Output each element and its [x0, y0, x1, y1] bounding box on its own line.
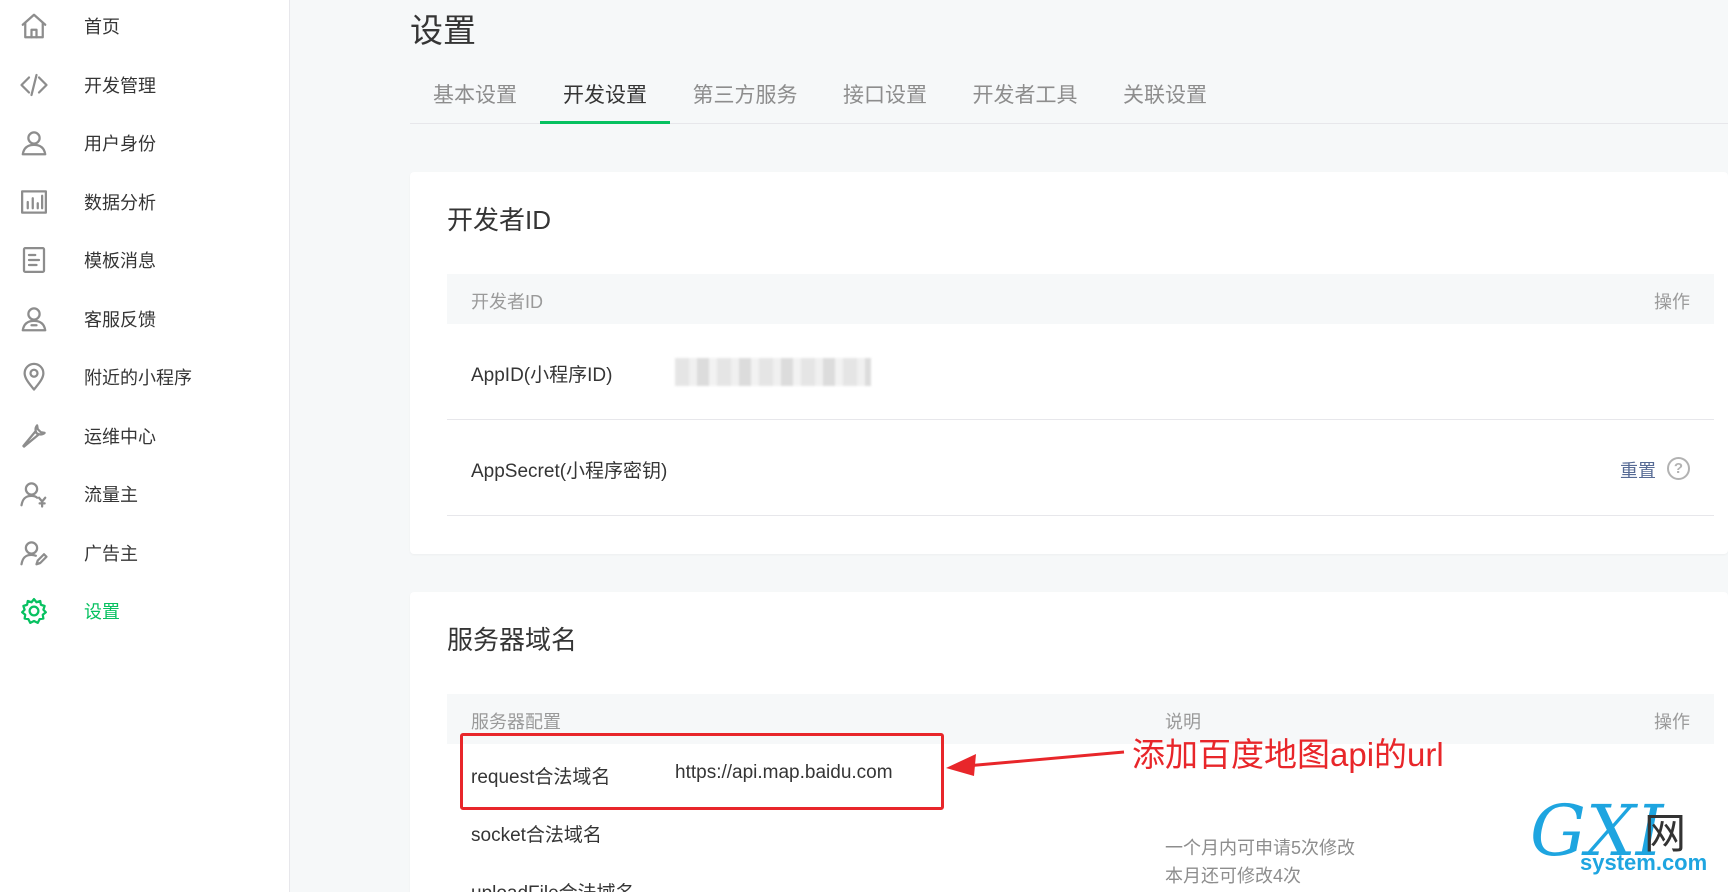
annotation-arrow — [946, 750, 1125, 776]
wrench-icon — [18, 420, 50, 452]
sidebar-item-label: 开发管理 — [84, 76, 156, 96]
sidebar-item-label: 广告主 — [84, 544, 138, 564]
tab-related-settings[interactable]: 关联设置 — [1100, 72, 1230, 124]
sidebar-item-dev-management[interactable]: 开发管理 — [0, 53, 290, 117]
gear-icon — [18, 595, 50, 627]
sidebar-item-label: 流量主 — [84, 485, 138, 505]
tab-api-settings[interactable]: 接口设置 — [820, 72, 950, 124]
code-icon — [18, 69, 50, 101]
home-icon — [18, 10, 50, 42]
sidebar-item-label: 用户身份 — [84, 134, 156, 154]
sidebar-item-user-identity[interactable]: 用户身份 — [0, 111, 290, 175]
sidebar-item-advertiser[interactable]: 广告主 — [0, 521, 290, 585]
user-icon — [18, 127, 50, 159]
tab-third-party[interactable]: 第三方服务 — [670, 72, 820, 124]
developer-id-card: 开发者ID 开发者ID 操作 AppID(小程序ID) AppSecret(小程… — [410, 172, 1728, 554]
modify-remaining-note: 本月还可修改4次 — [1165, 866, 1302, 886]
user-edit-icon — [18, 537, 50, 569]
table-row-appid: AppID(小程序ID) — [447, 324, 1714, 420]
document-icon — [18, 244, 50, 276]
sidebar-item-label: 数据分析 — [84, 193, 156, 213]
developer-id-table-header: 开发者ID 操作 — [447, 274, 1714, 324]
sidebar-item-traffic-owner[interactable]: 流量主 — [0, 462, 290, 526]
appid-label: AppID(小程序ID) — [471, 365, 613, 386]
sidebar-item-customer-feedback[interactable]: 客服反馈 — [0, 287, 290, 351]
sidebar-item-label: 设置 — [84, 602, 120, 622]
reset-link[interactable]: 重置 — [1620, 457, 1656, 483]
sidebar-item-label: 附近的小程序 — [84, 368, 192, 388]
bar-chart-icon — [18, 186, 50, 218]
sidebar-item-label: 模板消息 — [84, 251, 156, 271]
tab-dev-settings[interactable]: 开发设置 — [540, 72, 670, 124]
tab-dev-tools[interactable]: 开发者工具 — [950, 72, 1100, 124]
sidebar-item-template-message[interactable]: 模板消息 — [0, 228, 290, 292]
support-user-icon — [18, 303, 50, 335]
appsecret-label: AppSecret(小程序密钥) — [471, 461, 668, 482]
help-icon[interactable]: ? — [1667, 457, 1690, 480]
action-column-header: 操作 — [1654, 712, 1690, 732]
server-domain-title: 服务器域名 — [447, 625, 578, 655]
sidebar-item-label: 首页 — [84, 17, 120, 37]
sidebar-item-nearby-miniprogram[interactable]: 附近的小程序 — [0, 345, 290, 409]
sidebar-item-data-analysis[interactable]: 数据分析 — [0, 170, 290, 234]
socket-domain-label: socket合法域名 — [471, 825, 602, 846]
user-yen-icon — [18, 478, 50, 510]
server-config-column-header: 服务器配置 — [471, 712, 561, 732]
action-column-header: 操作 — [1654, 292, 1690, 312]
sidebar: 首页 开发管理 用户身份 数据分析 模板消息 客服反馈 附近的小程序 运维中心 … — [0, 0, 290, 892]
developer-id-column-header: 开发者ID — [471, 292, 543, 312]
watermark-logo: GXI 网 system.com — [1528, 790, 1718, 880]
uploadfile-domain-label: uploadFile合法域名 — [471, 878, 635, 892]
sidebar-item-ops-center[interactable]: 运维中心 — [0, 404, 290, 468]
sidebar-item-home[interactable]: 首页 — [0, 0, 290, 58]
highlight-box — [460, 733, 944, 810]
annotation-text: 添加百度地图api的url — [1132, 736, 1444, 773]
tab-basic-settings[interactable]: 基本设置 — [410, 72, 540, 124]
settings-tabs: 基本设置 开发设置 第三方服务 接口设置 开发者工具 关联设置 — [410, 72, 1728, 124]
watermark-domain: system.com — [1580, 850, 1708, 875]
location-pin-icon — [18, 361, 50, 393]
table-row-appsecret: AppSecret(小程序密钥) 重置 ? — [447, 420, 1714, 516]
appid-value-blurred — [675, 358, 871, 386]
sidebar-item-settings[interactable]: 设置 — [0, 579, 290, 643]
page-title: 设置 — [410, 12, 476, 49]
sidebar-item-label: 运维中心 — [84, 427, 156, 447]
sidebar-item-label: 客服反馈 — [84, 310, 156, 330]
developer-id-title: 开发者ID — [447, 205, 552, 235]
modify-limit-note: 一个月内可申请5次修改 — [1165, 838, 1356, 858]
